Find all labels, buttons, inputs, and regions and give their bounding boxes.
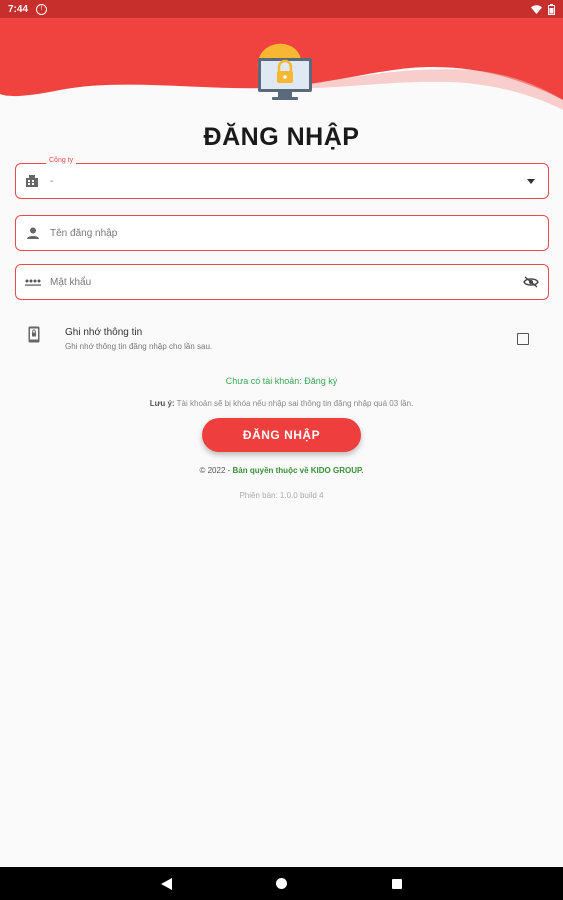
header-banner xyxy=(0,18,563,110)
password-field[interactable]: Mật khẩu xyxy=(15,264,549,300)
page-title: ĐĂNG NHẬP xyxy=(203,123,360,151)
chevron-down-icon[interactable] xyxy=(514,178,548,184)
wifi-icon xyxy=(531,4,542,14)
login-button[interactable]: ĐĂNG NHẬP xyxy=(202,418,361,452)
home-icon[interactable] xyxy=(224,878,339,889)
register-link[interactable]: Chưa có tài khoản: Đăng ký xyxy=(0,376,563,386)
note-label: Lưu ý: xyxy=(149,399,175,408)
company-dropdown[interactable]: Công ty - xyxy=(15,157,549,199)
company-icon xyxy=(16,174,50,188)
person-icon xyxy=(16,227,50,239)
copyright-prefix: © 2022 - xyxy=(199,466,233,475)
remember-checkbox[interactable] xyxy=(517,333,529,345)
remember-subtitle: Ghi nhớ thông tin đăng nhập cho lần sau. xyxy=(65,342,213,351)
notification-icon: ! xyxy=(36,3,48,15)
eye-off-icon[interactable] xyxy=(514,276,548,288)
copyright: © 2022 - Bản quyền thuộc về KIDO GROUP. xyxy=(0,466,563,475)
remember-row[interactable]: Ghi nhớ thông tin Ghi nhớ thông tin đăng… xyxy=(26,324,536,356)
username-input[interactable]: Tên đăng nhập xyxy=(50,228,548,239)
company-value: - xyxy=(50,175,54,187)
phone-lock-icon xyxy=(28,326,40,348)
username-field[interactable]: Tên đăng nhập xyxy=(15,215,549,251)
navigation-bar xyxy=(0,867,563,900)
lockout-note: Lưu ý: Tài khoản sẽ bị khóa nếu nhập sai… xyxy=(0,399,563,408)
battery-icon xyxy=(548,3,555,15)
copyright-brand: Bản quyền thuộc về KIDO GROUP. xyxy=(232,466,364,475)
back-icon[interactable] xyxy=(109,877,224,890)
status-time: 7:44 xyxy=(8,3,29,15)
monitor-lock-logo xyxy=(250,38,316,104)
password-dots-icon xyxy=(16,278,50,286)
password-input[interactable]: Mật khẩu xyxy=(50,277,514,288)
version-text: Phiên bản: 1.0.0 build 4 xyxy=(239,491,324,500)
status-bar: 7:44 ! xyxy=(0,0,563,18)
note-text: Tài khoản sẽ bị khóa nếu nhập sai thông … xyxy=(176,399,414,408)
remember-title: Ghi nhớ thông tin xyxy=(65,327,143,338)
company-label: Công ty xyxy=(46,157,77,164)
recents-icon[interactable] xyxy=(339,878,454,889)
